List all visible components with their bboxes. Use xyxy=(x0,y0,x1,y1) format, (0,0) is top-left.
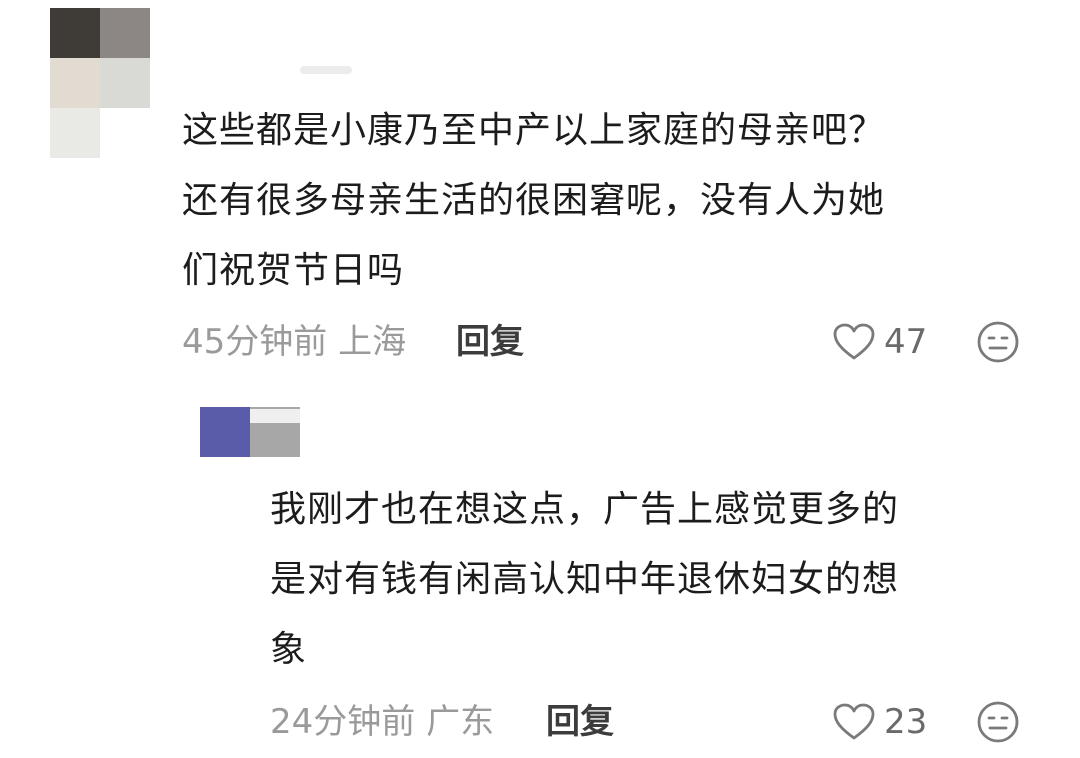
like-count: 23 xyxy=(884,702,928,742)
comment-text-line: 是对有钱有闲高认知中年退休妇女的想 xyxy=(270,559,900,600)
avatar-pixel xyxy=(100,58,150,108)
like-count: 47 xyxy=(884,322,928,362)
smiley-face-icon xyxy=(976,700,1020,744)
heart-outline-icon xyxy=(832,322,876,362)
reply-button[interactable]: 回复 xyxy=(546,697,614,747)
like-button[interactable]: 23 xyxy=(832,697,927,747)
comment-thread: 这些都是小康乃至中产以上家庭的母亲吧？ 还有很多母亲生活的很困窘呢，没有人为她 … xyxy=(0,0,1080,758)
avatar-pixel xyxy=(100,108,150,158)
avatar-pixel xyxy=(50,8,100,58)
heart-outline-icon xyxy=(832,702,876,742)
comment-text-line: 这些都是小康乃至中产以上家庭的母亲吧？ xyxy=(182,110,886,151)
time-location: 45分钟前 上海 xyxy=(182,322,407,362)
avatar-pixel xyxy=(100,8,150,58)
avatar-pixel xyxy=(200,407,250,457)
username-blurred[interactable] xyxy=(300,66,352,74)
comment-text-line: 们祝贺节日吗 xyxy=(182,250,405,291)
comment-meta: 24分钟前 广东 回复 23 xyxy=(0,697,1080,747)
comment-main: 这些都是小康乃至中产以上家庭的母亲吧？ 还有很多母亲生活的很困窘呢，没有人为她 … xyxy=(0,0,1080,395)
comment-text-line: 还有很多母亲生活的很困窘呢，没有人为她 xyxy=(182,180,886,221)
emoji-reaction-button[interactable] xyxy=(976,320,1020,364)
avatar-pixel xyxy=(50,108,100,158)
comment-text: 我刚才也在想这点，广告上感觉更多的 是对有钱有闲高认知中年退休妇女的想 象 xyxy=(270,475,1040,685)
emoji-reaction-button[interactable] xyxy=(976,700,1020,744)
comment-meta: 45分钟前 上海 回复 47 xyxy=(0,317,1080,367)
reply-button[interactable]: 回复 xyxy=(456,317,524,367)
like-button[interactable]: 47 xyxy=(832,317,927,367)
comment-text-line: 我刚才也在想这点，广告上感觉更多的 xyxy=(270,489,900,530)
time-location: 24分钟前 广东 xyxy=(270,702,495,742)
avatar-pixel xyxy=(50,58,100,108)
username-blurred[interactable] xyxy=(250,409,300,423)
avatar[interactable] xyxy=(50,8,150,158)
comment-reply: 我刚才也在想这点，广告上感觉更多的 是对有钱有闲高认知中年退休妇女的想 象 24… xyxy=(0,395,1080,758)
comment-text: 这些都是小康乃至中产以上家庭的母亲吧？ 还有很多母亲生活的很困窘呢，没有人为她 … xyxy=(182,96,1032,306)
smiley-face-icon xyxy=(976,320,1020,364)
comment-text-line: 象 xyxy=(270,629,308,670)
